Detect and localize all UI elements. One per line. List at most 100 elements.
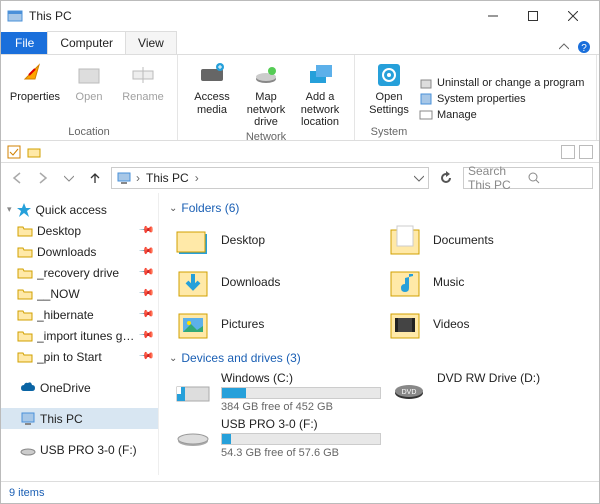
qat-folder-icon[interactable] [27, 145, 41, 159]
search-placeholder: Search This PC [468, 164, 528, 192]
folder-icon [17, 328, 33, 344]
help-icon[interactable]: ? [577, 40, 591, 54]
sidebar-onedrive[interactable]: OneDrive [1, 377, 158, 398]
drive-item[interactable]: USB PRO 3-0 (F:)54.3 GB free of 57.6 GB [175, 417, 381, 459]
sidebar-quick-access[interactable]: ▾ Quick access [1, 199, 158, 220]
settings-icon [375, 61, 403, 89]
pin-icon: 📌 [137, 222, 154, 239]
maximize-button[interactable] [513, 2, 553, 30]
uninstall-link[interactable]: Uninstall or change a program [419, 76, 584, 90]
devices-section-header[interactable]: ⌄ Devices and drives (3) [169, 351, 589, 365]
breadcrumb-root[interactable]: This PC [144, 171, 191, 185]
chevron-right-icon[interactable]: › [136, 171, 140, 185]
sidebar-item[interactable]: __NOW📌 [1, 283, 158, 304]
address-field[interactable]: › This PC › [111, 167, 429, 189]
sidebar-network[interactable]: Network [1, 470, 158, 475]
folder-item[interactable]: Music [387, 263, 589, 301]
map-drive-button[interactable]: Map network drive [240, 59, 292, 131]
sidebar-item[interactable]: Desktop📌 [1, 220, 158, 241]
access-media-button[interactable]: Access media [186, 59, 238, 118]
sidebar-item[interactable]: _import itunes groo📌 [1, 325, 158, 346]
address-dropdown-icon[interactable] [414, 173, 424, 183]
sidebar-this-pc[interactable]: This PC [1, 408, 158, 429]
view-details-button[interactable] [561, 145, 575, 159]
properties-button[interactable]: Properties [9, 59, 61, 106]
add-location-button[interactable]: Add a network location [294, 59, 346, 131]
minimize-button[interactable] [473, 2, 513, 30]
drive-item[interactable]: Windows (C:)384 GB free of 452 GB [175, 371, 381, 413]
map-drive-icon [252, 61, 280, 89]
tab-computer[interactable]: Computer [47, 31, 126, 54]
pin-icon: 📌 [137, 327, 154, 344]
search-icon [528, 172, 588, 184]
refresh-button[interactable] [435, 167, 457, 189]
network-icon [20, 473, 36, 476]
pc-icon [20, 411, 36, 427]
collapse-ribbon-icon[interactable] [559, 42, 569, 52]
close-button[interactable] [553, 2, 593, 30]
sidebar-item[interactable]: _recovery drive📌 [1, 262, 158, 283]
item-count: 9 items [9, 487, 44, 499]
search-input[interactable]: Search This PC [463, 167, 593, 189]
folder-icon [17, 244, 33, 260]
drive-icon [175, 417, 211, 453]
forward-button[interactable] [33, 168, 53, 188]
pin-icon: 📌 [137, 264, 154, 281]
folder-icon [175, 264, 211, 300]
pc-icon [116, 170, 132, 186]
content-pane: ⌄ Folders (6) Desktop Documents Downloads M… [159, 193, 599, 475]
sidebar-item[interactable]: _pin to Start📌 [1, 346, 158, 367]
tab-view[interactable]: View [125, 31, 177, 54]
folder-icon [387, 222, 423, 258]
usb-icon [20, 442, 36, 458]
manage-link[interactable]: Manage [419, 108, 584, 122]
back-button[interactable] [7, 168, 27, 188]
drive-icon: DVD [391, 371, 427, 407]
group-network-label: Network [246, 131, 286, 143]
folder-item[interactable]: Videos [387, 305, 589, 343]
group-location-label: Location [68, 126, 110, 138]
sidebar-usb[interactable]: USB PRO 3-0 (F:) [1, 439, 158, 460]
window-title: This PC [29, 9, 473, 23]
sidebar-item[interactable]: Downloads📌 [1, 241, 158, 262]
folder-item[interactable]: Desktop [175, 221, 377, 259]
view-large-button[interactable] [579, 145, 593, 159]
folder-item[interactable]: Downloads [175, 263, 377, 301]
folder-item[interactable]: Documents [387, 221, 589, 259]
open-settings-button[interactable]: Open Settings [363, 59, 415, 118]
sidebar-item[interactable]: _hibernate📌 [1, 304, 158, 325]
ribbon-tabs: File Computer View ? [1, 31, 599, 55]
folder-icon [17, 307, 33, 323]
ribbon: Properties Open Rename Location Access m… [1, 55, 599, 141]
folder-icon [387, 264, 423, 300]
pin-icon: 📌 [137, 243, 154, 260]
cloud-icon [20, 380, 36, 396]
tab-file[interactable]: File [1, 32, 48, 54]
recent-button[interactable] [59, 168, 79, 188]
storage-bar [221, 387, 381, 399]
svg-text:DVD: DVD [402, 389, 417, 396]
folder-icon [17, 223, 33, 239]
folder-icon [17, 349, 33, 365]
folder-item[interactable]: Pictures [175, 305, 377, 343]
up-button[interactable] [85, 168, 105, 188]
rename-button: Rename [117, 59, 169, 106]
folder-icon [17, 286, 33, 302]
qat-check-icon[interactable] [7, 145, 21, 159]
storage-bar [221, 433, 381, 445]
window-icon [7, 8, 23, 24]
sysprops-icon [419, 92, 433, 106]
chevron-right-icon[interactable]: › [195, 171, 199, 185]
chevron-down-icon: ⌄ [169, 203, 177, 214]
status-bar: 9 items [1, 481, 599, 503]
open-icon [75, 61, 103, 89]
svg-text:?: ? [581, 43, 587, 54]
folders-section-header[interactable]: ⌄ Folders (6) [169, 201, 589, 215]
folder-icon [175, 306, 211, 342]
drive-item[interactable]: DVDDVD RW Drive (D:) [391, 371, 589, 413]
group-system-label: System [363, 126, 415, 138]
manage-icon [419, 108, 433, 122]
media-icon [198, 61, 226, 89]
system-properties-link[interactable]: System properties [419, 92, 584, 106]
navigation-pane: ▾ Quick access Desktop📌Downloads📌_recove… [1, 193, 159, 475]
